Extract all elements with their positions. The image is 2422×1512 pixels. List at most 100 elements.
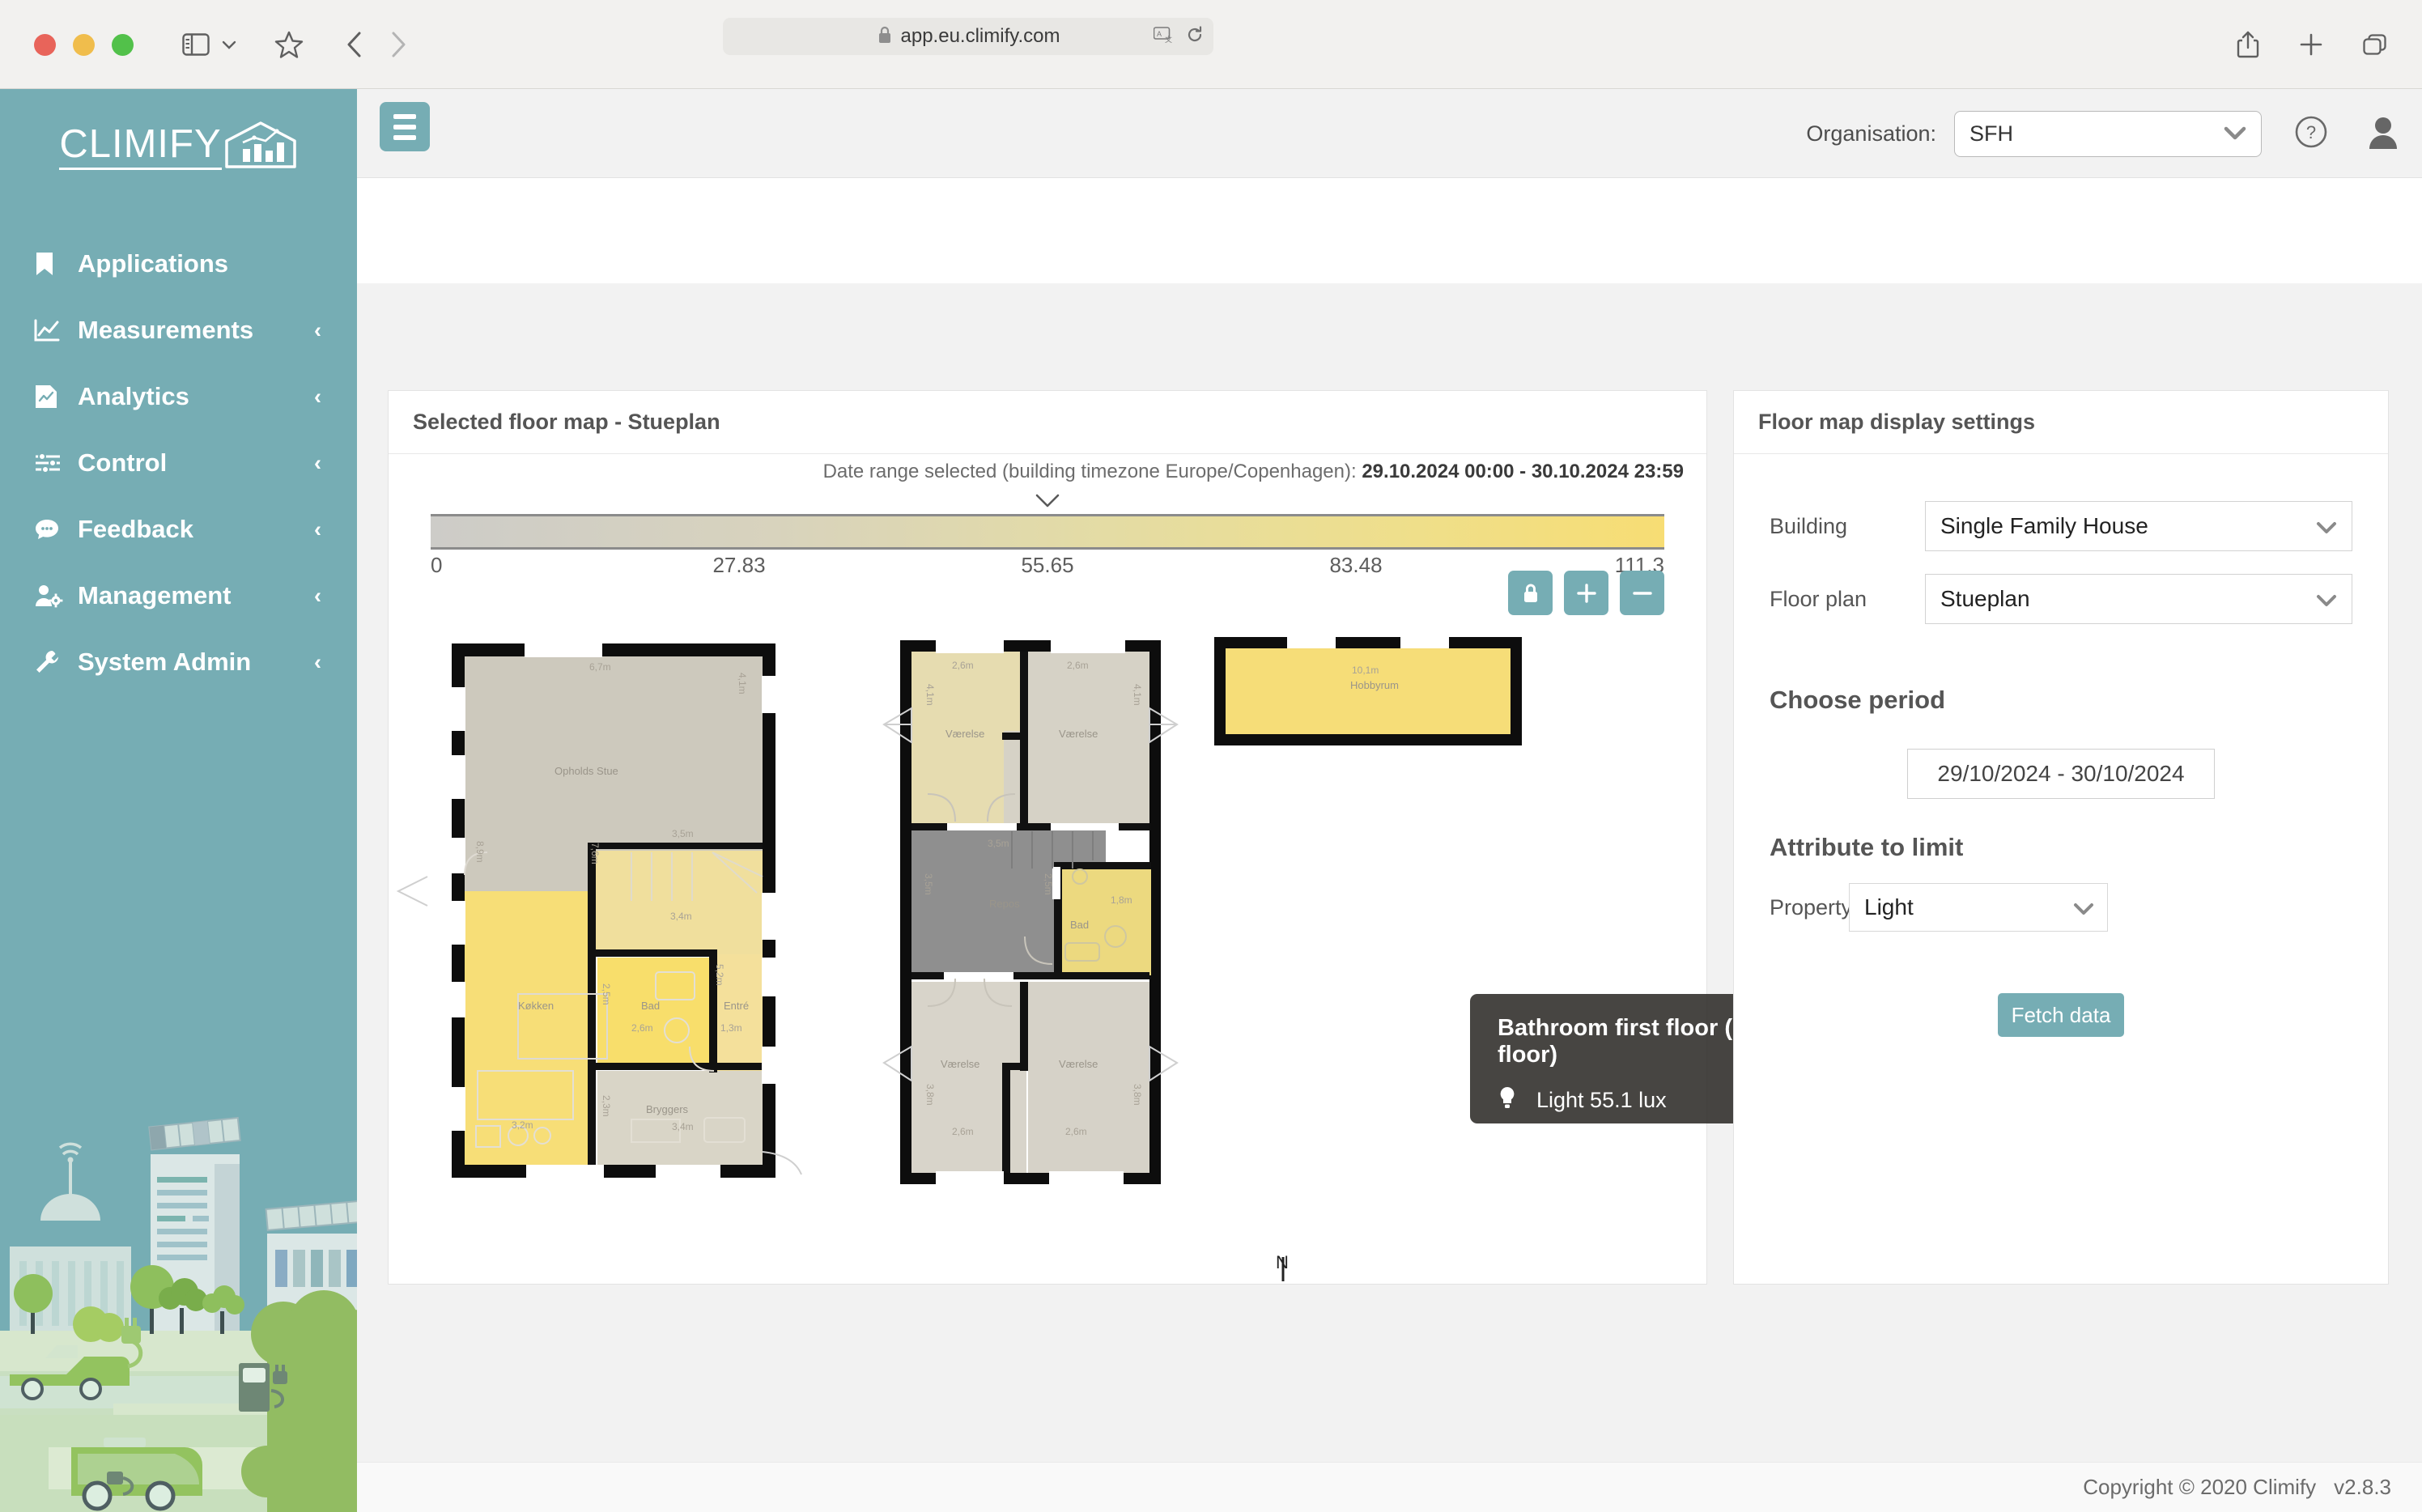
dimension-label: 1,3m bbox=[720, 1022, 742, 1034]
colorbar-tick: 55.65 bbox=[1021, 553, 1074, 577]
topbar: Organisation: SFH ? bbox=[357, 89, 2422, 178]
sidebar-item-management[interactable]: Management ‹ bbox=[0, 563, 357, 629]
dimension-label: 2,6m bbox=[1067, 660, 1089, 671]
climify-logo[interactable]: CLIMIFY bbox=[0, 120, 357, 174]
footer: Copyright © 2020 Climify v2.8.3 bbox=[357, 1462, 2422, 1512]
dimension-label: 3,4m bbox=[672, 1121, 694, 1132]
chevron-left-icon: ‹ bbox=[314, 649, 321, 674]
chevron-down-icon[interactable] bbox=[221, 39, 237, 50]
sidebar-item-applications[interactable]: Applications bbox=[0, 231, 357, 297]
heatmap-colorbar[interactable]: 0 27.83 55.65 83.48 111.3 bbox=[431, 494, 1664, 585]
sidebar-item-measurements[interactable]: Measurements ‹ bbox=[0, 297, 357, 363]
bookmark-star-icon[interactable] bbox=[274, 31, 304, 58]
chevron-left-icon: ‹ bbox=[314, 317, 321, 342]
organisation-label: Organisation: bbox=[1806, 121, 1936, 146]
address-bar[interactable]: app.eu.climify.com A文 bbox=[723, 18, 1213, 55]
translate-icon[interactable]: A文 bbox=[1153, 26, 1178, 48]
building-value: Single Family House bbox=[1940, 513, 2148, 538]
sidebar-item-label: System Admin bbox=[78, 648, 252, 676]
zoom-in-button[interactable] bbox=[1564, 571, 1608, 615]
floor-map-card-header: Selected floor map - Stueplan bbox=[389, 391, 1706, 454]
bookmark-icon bbox=[34, 251, 70, 277]
attribute-to-limit-title: Attribute to limit bbox=[1770, 833, 1964, 861]
building-field: Building Single Family House bbox=[1770, 501, 2352, 551]
map-controls bbox=[1508, 571, 1664, 615]
page-title-area: Floorplan Heatmap bbox=[357, 178, 2422, 334]
choose-period-title: Choose period bbox=[1770, 686, 1946, 714]
sidebar-item-label: Measurements bbox=[78, 316, 254, 344]
zoom-out-button[interactable] bbox=[1620, 571, 1664, 615]
dimension-label: 4,1m bbox=[924, 684, 936, 706]
chevron-left-icon: ‹ bbox=[314, 516, 321, 542]
user-gear-icon bbox=[34, 584, 70, 608]
north-arrow-icon bbox=[1274, 1257, 1292, 1336]
dimension-label: 1,8m bbox=[1111, 894, 1132, 906]
green-city-illustration bbox=[0, 1091, 357, 1512]
svg-text:文: 文 bbox=[1165, 35, 1172, 44]
sidebar-item-label: Control bbox=[78, 448, 168, 477]
sidebar-item-analytics[interactable]: Analytics ‹ bbox=[0, 363, 357, 430]
dimension-label: 4,1m bbox=[1132, 684, 1143, 706]
svg-text:A: A bbox=[1157, 30, 1162, 38]
floorplan-label: Floor plan bbox=[1770, 586, 1867, 611]
forward-arrow-icon[interactable] bbox=[389, 31, 407, 58]
chat-icon bbox=[34, 518, 70, 541]
property-label: Property bbox=[1770, 894, 1853, 920]
share-icon[interactable] bbox=[2236, 30, 2260, 59]
settings-card-header: Floor map display settings bbox=[1734, 391, 2388, 454]
sidebar-item-label: Feedback bbox=[78, 515, 194, 543]
date-range-input[interactable]: 29/10/2024 - 30/10/2024 bbox=[1907, 749, 2215, 799]
user-avatar-icon[interactable] bbox=[2367, 115, 2399, 153]
date-range-value: 29.10.2024 00:00 - 30.10.2024 23:59 bbox=[1362, 461, 1684, 482]
building-label: Building bbox=[1770, 513, 1848, 538]
colorbar-marker-icon bbox=[1034, 491, 1061, 512]
help-circle-icon[interactable]: ? bbox=[2294, 115, 2328, 153]
browser-window: app.eu.climify.com A文 CLIMIFY Applicatio… bbox=[0, 0, 2422, 1512]
property-value: Light bbox=[1864, 894, 1914, 920]
sidebar-toggle-icon[interactable] bbox=[182, 33, 210, 56]
report-icon bbox=[34, 384, 70, 410]
sidebar-item-feedback[interactable]: Feedback ‹ bbox=[0, 496, 357, 563]
colorbar-tick: 27.83 bbox=[712, 553, 766, 577]
organisation-select[interactable]: SFH bbox=[1954, 110, 2262, 157]
new-tab-icon[interactable] bbox=[2299, 32, 2323, 57]
dimension-label: 2,6m bbox=[952, 1126, 974, 1137]
app-viewport: CLIMIFY Applications Measurements ‹ Anal… bbox=[0, 89, 2422, 1512]
svg-text:?: ? bbox=[2306, 122, 2316, 142]
close-window-button[interactable] bbox=[34, 33, 56, 56]
sidebar-item-label: Analytics bbox=[78, 382, 189, 410]
building-select[interactable]: Single Family House bbox=[1925, 501, 2352, 551]
floorplan-heatmap-canvas[interactable]: Opholds Stue Køkken Bad Entré Bryggers V… bbox=[389, 634, 1708, 1336]
minimize-window-button[interactable] bbox=[73, 33, 95, 56]
sliders-icon bbox=[34, 452, 70, 474]
floorplan-attic bbox=[1214, 637, 1522, 745]
chevron-down-icon bbox=[2316, 512, 2337, 541]
property-select[interactable]: Light bbox=[1849, 883, 2108, 932]
fetch-data-button[interactable]: Fetch data bbox=[1998, 993, 2124, 1037]
chevron-left-icon: ‹ bbox=[314, 450, 321, 475]
version-text: v2.8.3 bbox=[2334, 1475, 2391, 1499]
copyright-text: Copyright © 2020 Climify bbox=[2083, 1475, 2317, 1499]
chevron-down-icon bbox=[2224, 120, 2246, 147]
hamburger-menu-icon[interactable] bbox=[380, 102, 430, 151]
floorplan-select[interactable]: Stueplan bbox=[1925, 574, 2352, 624]
tab-overview-icon[interactable] bbox=[2362, 32, 2388, 57]
dimension-label: 3,8m bbox=[924, 1084, 936, 1106]
maximize-window-button[interactable] bbox=[112, 33, 134, 56]
wrench-icon bbox=[34, 649, 70, 675]
chevron-left-icon: ‹ bbox=[314, 384, 321, 409]
sidebar-item-system-admin[interactable]: System Admin ‹ bbox=[0, 629, 357, 695]
dimension-label: 3,5m bbox=[672, 828, 694, 839]
line-chart-icon bbox=[34, 318, 70, 342]
sidebar-item-control[interactable]: Control ‹ bbox=[0, 430, 357, 496]
content-area: Selected floor map - Stueplan Date range… bbox=[357, 283, 2422, 1470]
colorbar-tick: 0 bbox=[431, 553, 443, 577]
dimension-label: 2,6m bbox=[1065, 1126, 1087, 1137]
lightbulb-icon bbox=[1498, 1086, 1517, 1115]
dimension-label: 7,6m bbox=[589, 843, 601, 864]
lock-button[interactable] bbox=[1508, 571, 1553, 615]
back-arrow-icon[interactable] bbox=[346, 31, 363, 58]
dimension-label: 8,9m bbox=[474, 841, 486, 863]
dimension-label: 4,1m bbox=[737, 673, 748, 694]
reload-icon[interactable] bbox=[1186, 25, 1204, 48]
